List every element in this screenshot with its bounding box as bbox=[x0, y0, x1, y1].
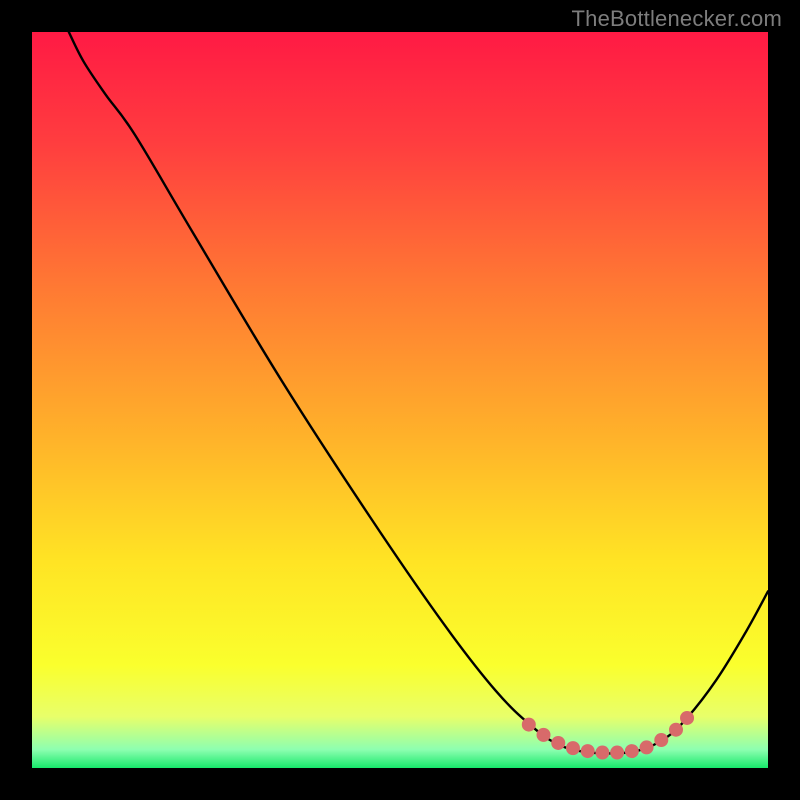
optimal-marker bbox=[537, 728, 551, 742]
optimal-marker bbox=[581, 744, 595, 758]
optimal-marker bbox=[669, 723, 683, 737]
optimal-marker bbox=[551, 736, 565, 750]
bottleneck-chart bbox=[0, 0, 800, 800]
optimal-marker bbox=[680, 711, 694, 725]
optimal-marker bbox=[610, 746, 624, 760]
plot-background bbox=[32, 32, 768, 768]
optimal-marker bbox=[566, 741, 580, 755]
optimal-marker bbox=[595, 746, 609, 760]
chart-stage: TheBottlenecker.com bbox=[0, 0, 800, 800]
optimal-marker bbox=[522, 718, 536, 732]
optimal-marker bbox=[625, 744, 639, 758]
optimal-marker bbox=[640, 740, 654, 754]
optimal-marker bbox=[654, 733, 668, 747]
